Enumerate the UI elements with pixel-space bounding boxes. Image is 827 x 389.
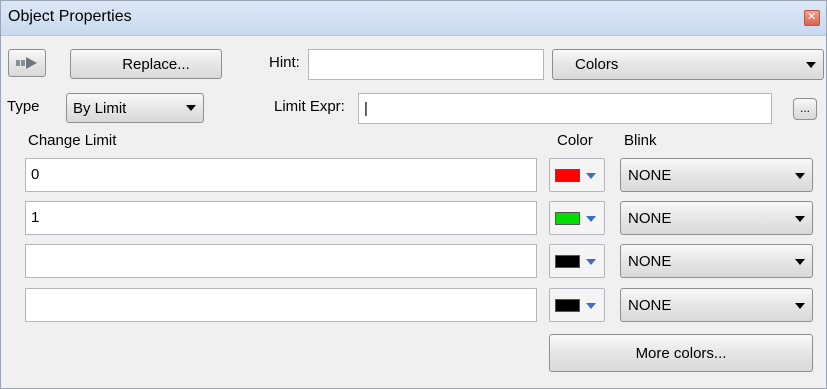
- color-swatch: [555, 255, 580, 268]
- limit-expr-input[interactable]: |: [358, 93, 772, 124]
- blink-selected: NONE: [628, 253, 672, 270]
- blink-header: Blink: [624, 132, 657, 149]
- window-title: Object Properties: [8, 8, 132, 25]
- limit-input[interactable]: 1: [25, 201, 537, 235]
- color-picker-button[interactable]: [549, 244, 605, 278]
- color-swatch: [555, 169, 580, 182]
- chevron-down-icon: [586, 259, 596, 265]
- pointer-arrow-icon: [16, 57, 37, 69]
- pick-object-button[interactable]: [8, 49, 46, 77]
- hint-label: Hint:: [269, 54, 300, 71]
- color-picker-button[interactable]: [549, 158, 605, 192]
- object-properties-window: Object Properties Replace... Hint: Color…: [0, 0, 827, 389]
- type-selected: By Limit: [73, 100, 127, 117]
- blink-selected: NONE: [628, 167, 672, 184]
- more-colors-button[interactable]: More colors...: [549, 334, 813, 372]
- limit-value: 0: [31, 166, 40, 183]
- blink-selected: NONE: [628, 297, 672, 314]
- blink-dropdown[interactable]: NONE: [620, 201, 813, 235]
- hint-input[interactable]: [308, 49, 544, 80]
- blink-dropdown[interactable]: NONE: [620, 288, 813, 322]
- limit-input[interactable]: 0: [25, 158, 537, 192]
- limit-value: 1: [31, 209, 40, 226]
- color-swatch: [555, 299, 580, 312]
- color-picker-button[interactable]: [549, 201, 605, 235]
- replace-button-label: Replace...: [122, 56, 190, 73]
- limit-expr-value: |: [364, 100, 368, 117]
- blink-dropdown[interactable]: NONE: [620, 158, 813, 192]
- chevron-down-icon: [586, 173, 596, 179]
- chevron-down-icon: [586, 216, 596, 222]
- limit-input[interactable]: [25, 288, 537, 322]
- type-dropdown[interactable]: By Limit: [66, 93, 204, 123]
- type-label: Type: [7, 98, 40, 115]
- color-swatch: [555, 212, 580, 225]
- browse-button[interactable]: ...: [793, 98, 817, 120]
- chevron-down-icon: [795, 303, 805, 309]
- ellipsis-icon: ...: [799, 101, 810, 115]
- chevron-down-icon: [806, 62, 816, 68]
- color-header: Color: [557, 132, 593, 149]
- chevron-down-icon: [586, 303, 596, 309]
- more-colors-label: More colors...: [635, 345, 727, 362]
- category-selected: Colors: [575, 56, 619, 73]
- limit-expr-label: Limit Expr:: [274, 98, 345, 115]
- blink-selected: NONE: [628, 210, 672, 227]
- chevron-down-icon: [795, 216, 805, 222]
- chevron-down-icon: [795, 259, 805, 265]
- limit-input[interactable]: [25, 244, 537, 278]
- color-picker-button[interactable]: [549, 288, 605, 322]
- blink-dropdown[interactable]: NONE: [620, 244, 813, 278]
- replace-button[interactable]: Replace...: [70, 49, 222, 79]
- change-limit-header: Change Limit: [28, 132, 117, 149]
- chevron-down-icon: [186, 105, 196, 111]
- title-bar: Object Properties: [1, 1, 826, 36]
- category-dropdown[interactable]: Colors: [552, 49, 824, 80]
- chevron-down-icon: [795, 173, 805, 179]
- close-icon[interactable]: [804, 10, 820, 26]
